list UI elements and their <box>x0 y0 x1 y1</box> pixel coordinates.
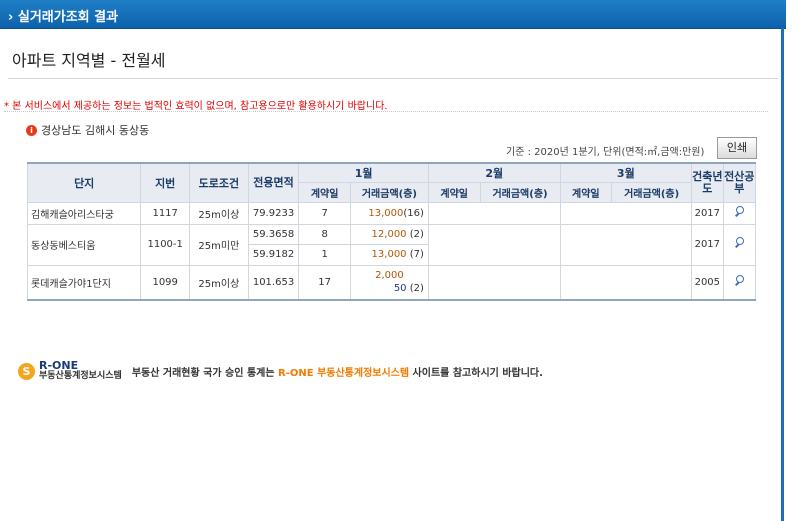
info-icon: i <box>26 124 37 136</box>
month-3-empty <box>559 223 693 266</box>
ledger-cell <box>722 223 756 266</box>
area-value: 59.9182 <box>247 243 300 266</box>
floor-value: (2) <box>409 283 424 295</box>
contract-day: 1 <box>298 243 351 266</box>
lot-number: 1117 <box>140 201 190 225</box>
rone-logo-icon: S <box>18 362 35 380</box>
ledger-cell <box>722 201 756 225</box>
area-value: 79.9233 <box>247 201 300 225</box>
month-2-empty <box>427 201 561 225</box>
header-amount: 거래금액(층) <box>479 181 561 203</box>
table-row: 김해캐슬아리스타궁 1117 25m이상 79.9233 7 13,000(16… <box>26 201 756 225</box>
rone-logo-title: R-ONE <box>39 359 79 372</box>
table-row: 롯데캐슬가야1단지 1099 25m이상 101.653 17 2,000 50… <box>26 264 756 301</box>
result-header-title: › 실거래가조회 결과 <box>8 10 119 25</box>
footer-text: 부동산 거래현황 국가 승인 통계는 R-ONE 부동산통계정보시스템 사이트를… <box>132 364 543 379</box>
print-button[interactable]: 인쇄 <box>717 137 757 159</box>
build-year: 2005 <box>691 264 724 301</box>
footer-text-after: 사이트를 참고하시기 바랍니다. <box>409 367 543 379</box>
floor-value: (2) <box>409 228 424 240</box>
header-amount: 거래금액(층) <box>611 181 693 203</box>
region-text: 경상남도 김해시 동상동 <box>41 124 150 137</box>
result-header-bar: › 실거래가조회 결과 <box>0 0 786 29</box>
complex-name: 롯데캐슬가야1단지 <box>26 264 142 301</box>
lot-number: 1100-1 <box>140 223 190 266</box>
area-value: 101.653 <box>247 264 300 301</box>
road-condition: 25m이상 <box>188 264 249 301</box>
magnifier-icon[interactable] <box>733 205 745 218</box>
month-2-empty <box>427 223 561 266</box>
header-amount: 거래금액(층) <box>349 181 429 203</box>
contract-day: 8 <box>298 223 351 245</box>
ledger-cell <box>722 264 756 301</box>
amount-cell: 12,000 (2) <box>349 223 429 245</box>
region-label: i 경상남도 김해시 동상동 <box>26 122 149 138</box>
header-month-2: 2월 <box>427 162 561 183</box>
amount-value: 12,000 <box>371 228 407 240</box>
header-ledger: 전산공부 <box>722 162 756 203</box>
rone-logo-subtitle: 부동산통계정보시스템 <box>39 371 122 381</box>
header-contract-day: 계약일 <box>427 181 481 203</box>
header-contract-day: 계약일 <box>298 181 351 203</box>
footer-notice: S R-ONE 부동산통계정보시스템 부동산 거래현황 국가 승인 통계는 R-… <box>18 360 543 382</box>
header-complex: 단지 <box>26 162 142 203</box>
rone-link[interactable]: R-ONE 부동산통계정보시스템 <box>278 368 409 379</box>
rone-logo[interactable]: S R-ONE 부동산통계정보시스템 <box>18 360 122 382</box>
build-year: 2017 <box>691 201 724 225</box>
lot-number: 1099 <box>140 264 190 301</box>
area-value: 59.3658 <box>247 223 300 245</box>
magnifier-icon[interactable] <box>733 274 745 287</box>
header-month-1: 1월 <box>298 162 429 183</box>
road-condition: 25m이상 <box>188 201 249 225</box>
header-contract-day: 계약일 <box>559 181 613 203</box>
complex-name: 동상동베스티움 <box>26 223 142 266</box>
transactions-table: 단지 지번 도로조건 전용면적 1월 2월 3월 건축년도 전산공부 계약일 거… <box>26 162 756 301</box>
right-border <box>781 28 784 521</box>
footer-text-before: 부동산 거래현황 국가 승인 통계는 <box>131 367 279 379</box>
magnifier-icon[interactable] <box>733 237 745 249</box>
complex-name: 김해캐슬아리스타궁 <box>26 201 142 225</box>
contract-day: 7 <box>298 201 351 225</box>
amount-cell: 2,000 50 (2) <box>349 264 429 301</box>
amount-cell: 13,000 (7) <box>349 243 429 266</box>
month-2-empty <box>427 264 561 301</box>
header-road: 도로조건 <box>188 162 249 203</box>
page-title: 아파트 지역별 - 전월세 <box>12 51 166 70</box>
build-year: 2017 <box>691 223 724 266</box>
month-3-empty <box>559 264 693 301</box>
floor-value: (7) <box>409 249 424 260</box>
amount-value: 13,000 <box>371 249 407 260</box>
header-month-3: 3월 <box>559 162 693 183</box>
contract-day: 17 <box>298 264 351 301</box>
monthly-rent-value: 50 <box>393 283 407 295</box>
header-area: 전용면적 <box>247 162 300 203</box>
disclaimer-notice: * 본 서비스에서 제공하는 정보는 법적인 효력이 없으며, 참고용으로만 활… <box>4 101 388 112</box>
table-row: 동상동베스티움 1100-1 25m미만 59.3658 8 12,000 (2… <box>26 223 756 266</box>
deposit-value: 2,000 <box>375 270 404 282</box>
floor-value: (16) <box>403 207 424 219</box>
header-lot: 지번 <box>140 162 190 203</box>
amount-cell: 13,000(16) <box>349 201 429 225</box>
amount-value: 13,000 <box>368 207 404 219</box>
notice-divider <box>4 111 768 112</box>
road-condition: 25m미만 <box>188 223 249 266</box>
criteria-text: 기준 : 2020년 1분기, 단위(면적:㎡,금액:만원) <box>506 147 705 158</box>
month-3-empty <box>559 201 693 225</box>
title-divider <box>8 78 778 79</box>
header-build-year: 건축년도 <box>691 162 724 203</box>
